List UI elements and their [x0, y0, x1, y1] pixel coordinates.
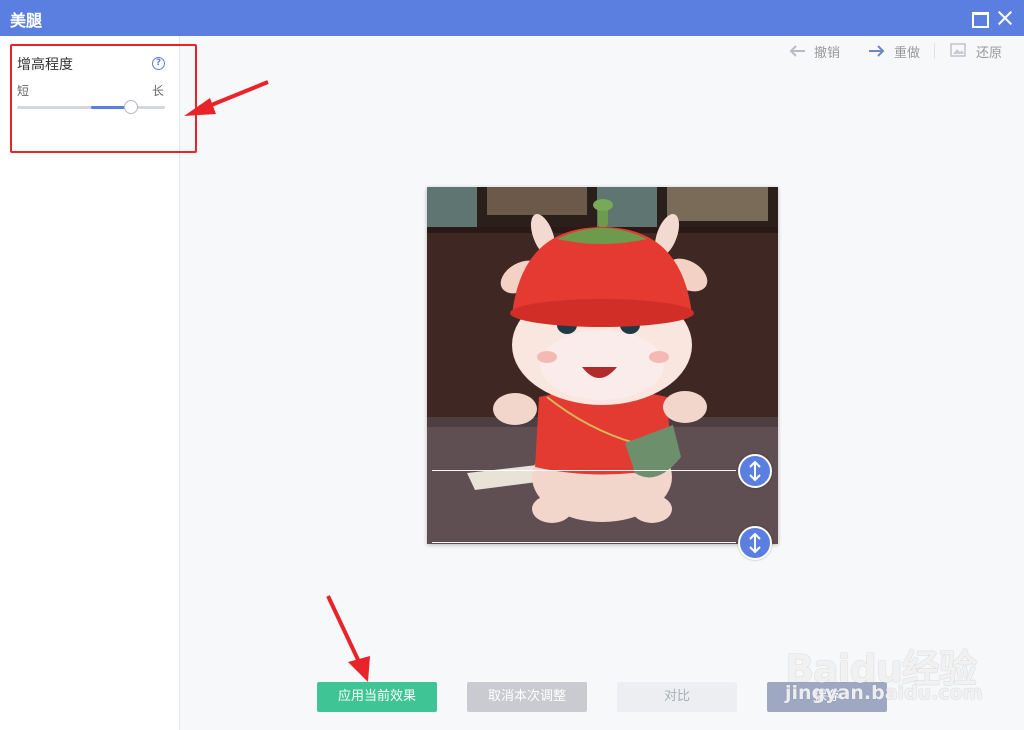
upper-guide-line [432, 470, 736, 471]
redo-arrow-icon [869, 45, 885, 57]
redo-label: 重做 [894, 46, 921, 61]
sidebar: 增高程度 ? 短 长 [0, 36, 180, 730]
undo-arrow-icon [789, 45, 805, 57]
save-button[interactable]: 保存 [767, 682, 887, 712]
compare-button[interactable]: 对比 [617, 682, 737, 712]
photo-canvas[interactable] [427, 187, 778, 544]
slider-thumb[interactable] [123, 100, 138, 114]
annotation-arrow-bottom [326, 595, 370, 682]
help-icon[interactable]: ? [152, 57, 165, 70]
restore-label: 还原 [976, 46, 1003, 61]
panel-title: 增高程度 [17, 57, 73, 73]
window-title: 美腿 [10, 11, 43, 30]
apply-button[interactable]: 应用当前效果 [317, 682, 437, 712]
resize-vertical-icon [749, 461, 761, 481]
slider-max-label: 长 [152, 84, 165, 98]
plush-photo [427, 187, 778, 544]
lower-guide-line [432, 542, 736, 543]
annotation-arrow-top [184, 80, 269, 116]
image-icon [950, 43, 966, 57]
lower-drag-handle[interactable] [738, 526, 772, 560]
slider-min-label: 短 [17, 84, 30, 98]
undo-label: 撤销 [814, 46, 841, 61]
title-bar: 美腿 [0, 0, 1024, 36]
upper-drag-handle[interactable] [738, 454, 772, 488]
height-slider[interactable] [17, 100, 165, 114]
resize-vertical-icon [749, 533, 761, 553]
maximize-icon[interactable] [970, 9, 989, 28]
close-icon[interactable] [996, 9, 1014, 27]
toolbar-divider [934, 43, 935, 59]
cancel-button[interactable]: 取消本次调整 [467, 682, 587, 712]
